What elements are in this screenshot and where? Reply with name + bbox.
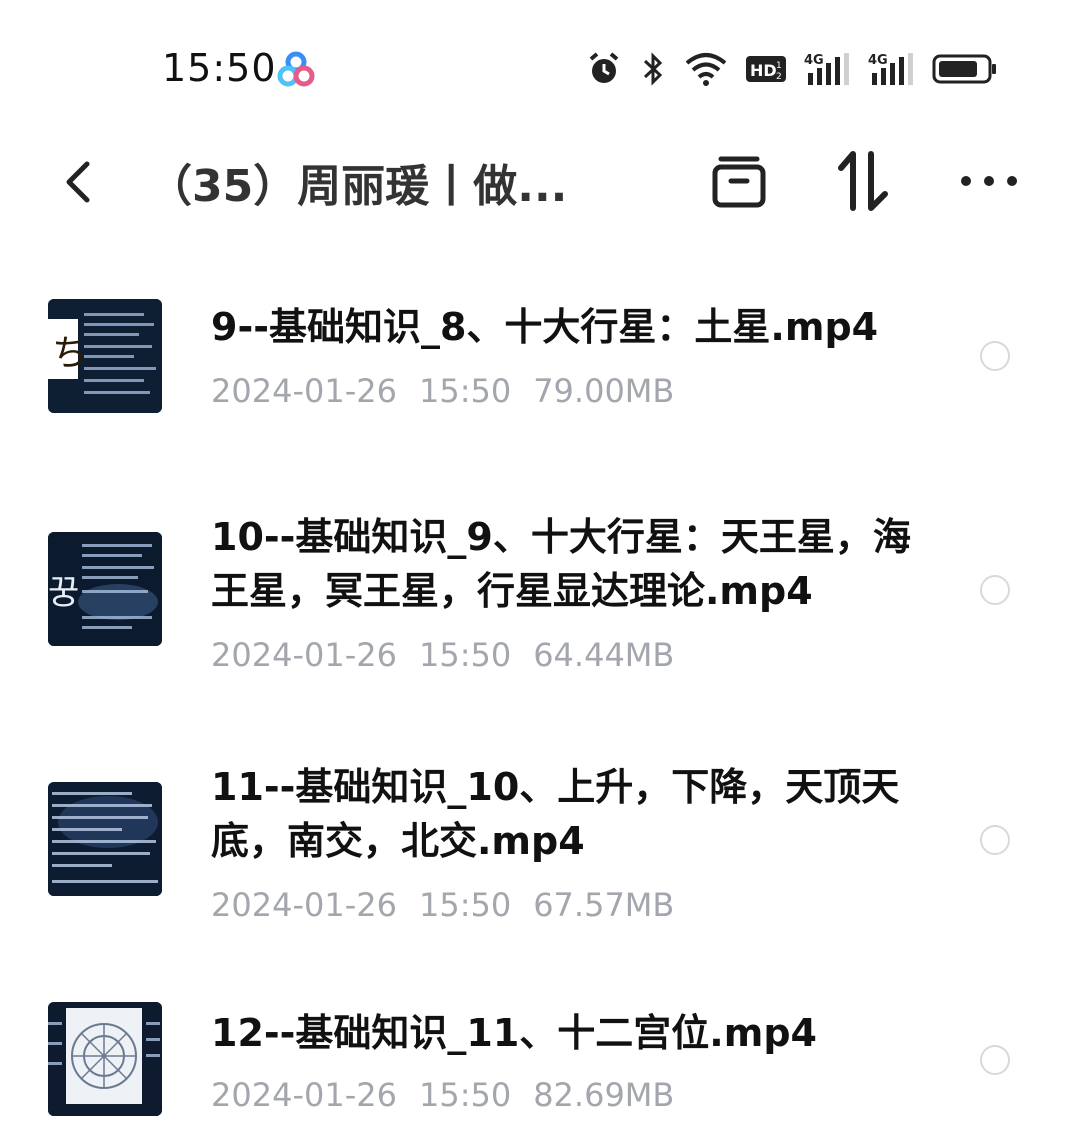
video-thumbnail: [48, 782, 162, 896]
select-radio[interactable]: [980, 1045, 1010, 1075]
status-icons: HD 1 2 4G 4G: [586, 48, 998, 90]
video-thumbnail: [48, 1002, 162, 1116]
app-logo-icon: [276, 50, 316, 90]
file-meta: 2024-01-26 15:50 67.57MB: [211, 886, 696, 924]
signal-4g-icon: 4G: [804, 51, 850, 87]
svg-text:2: 2: [776, 72, 782, 82]
more-icon: [961, 176, 1017, 186]
back-button[interactable]: [48, 152, 108, 212]
archive-icon: [712, 156, 766, 208]
video-thumbnail: 꿍: [48, 532, 162, 646]
file-meta: 2024-01-26 15:50 64.44MB: [211, 636, 696, 674]
file-date: 2024-01-26: [211, 636, 397, 674]
select-radio[interactable]: [980, 341, 1010, 371]
page-title: （35）周丽瑗丨做...: [148, 161, 568, 212]
file-meta: 2024-01-26 15:50 79.00MB: [211, 372, 696, 410]
file-size: 67.57MB: [533, 886, 675, 924]
file-time: 15:50: [418, 636, 512, 674]
file-time: 15:50: [418, 372, 512, 410]
more-button[interactable]: [956, 148, 1022, 214]
video-thumbnail: ち: [48, 299, 162, 413]
svg-text:4G: 4G: [868, 53, 888, 68]
wifi-icon: [684, 51, 728, 87]
signal-4g-icon: 4G: [868, 51, 914, 87]
file-size: 82.69MB: [533, 1076, 675, 1114]
status-time: 15:50: [162, 46, 277, 90]
file-name: 10--基础知识_9、十大行星：天王星，海王星，冥王星，行星显达理论.mp4: [211, 515, 911, 613]
file-size: 79.00MB: [533, 372, 675, 410]
file-size: 64.44MB: [533, 636, 675, 674]
file-time: 15:50: [418, 886, 512, 924]
file-name: 9--基础知识_8、十大行星：土星.mp4: [211, 305, 879, 349]
select-radio[interactable]: [980, 575, 1010, 605]
file-date: 2024-01-26: [211, 1076, 397, 1114]
svg-text:ち: ち: [52, 333, 88, 374]
file-date: 2024-01-26: [211, 372, 397, 410]
header-bar: （35）周丽瑗丨做...: [0, 140, 1080, 230]
file-name: 11--基础知识_10、上升，下降，天顶天底，南交，北交.mp4: [211, 765, 900, 863]
svg-text:1: 1: [776, 61, 782, 71]
back-icon: [66, 161, 90, 203]
archive-button[interactable]: [706, 148, 772, 214]
svg-text:HD: HD: [750, 61, 777, 80]
file-time: 15:50: [418, 1076, 512, 1114]
status-bar: 15:50 HD 1 2 4G 4G: [0, 0, 1080, 140]
file-date: 2024-01-26: [211, 886, 397, 924]
file-meta: 2024-01-26 15:50 82.69MB: [211, 1076, 696, 1114]
bluetooth-icon: [640, 51, 666, 87]
svg-text:꿍: 꿍: [48, 573, 79, 613]
alarm-icon: [586, 51, 622, 87]
battery-icon: [932, 53, 998, 85]
select-radio[interactable]: [980, 825, 1010, 855]
file-name: 12--基础知识_11、十二宫位.mp4: [211, 1011, 817, 1055]
svg-text:4G: 4G: [804, 53, 824, 68]
sort-button[interactable]: [830, 148, 896, 214]
hd-icon: HD 1 2: [746, 54, 786, 84]
sort-icon: [838, 151, 888, 211]
